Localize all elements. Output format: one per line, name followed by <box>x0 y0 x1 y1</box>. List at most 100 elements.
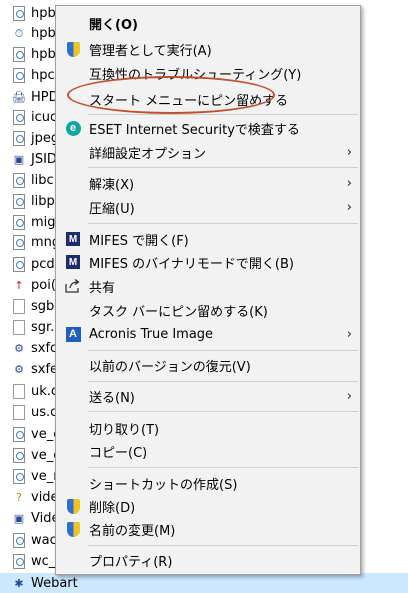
document-icon <box>11 193 27 209</box>
file-name: pcd <box>31 256 55 272</box>
blank-file-icon <box>11 404 27 420</box>
file-name: wac <box>31 532 57 548</box>
file-name: hpb <box>31 5 56 21</box>
file-name: sgb <box>31 298 55 314</box>
submenu-arrow-icon: › <box>346 144 352 160</box>
menu-item-create-shortcut[interactable]: ショートカットの作成(S) <box>56 472 360 494</box>
app-icon: ▣ <box>13 511 25 525</box>
file-name: poi( <box>31 277 56 293</box>
menu-item-acronis[interactable]: A Acronis True Image › <box>56 323 360 345</box>
gear-icon: ⚙ <box>14 362 24 376</box>
file-row[interactable]: ✱ Webart <box>0 573 408 593</box>
submenu-arrow-icon: › <box>346 175 352 191</box>
menu-item-eset-advanced[interactable]: 詳細設定オプション › <box>56 141 360 163</box>
file-name: libp <box>31 193 55 209</box>
acronis-icon: A <box>65 326 81 342</box>
submenu-arrow-icon: › <box>346 199 352 215</box>
menu-item-cut[interactable]: 切り取り(T) <box>56 417 360 439</box>
share-icon <box>65 278 81 294</box>
menu-item-share[interactable]: 共有 <box>56 275 360 297</box>
menu-separator <box>88 411 358 412</box>
document-icon <box>11 532 27 548</box>
menu-item-mifes-open[interactable]: M MIFES で開く(F) <box>56 228 360 250</box>
file-name: icuc <box>31 109 58 125</box>
menu-separator <box>88 223 358 224</box>
file-name: JSID <box>31 151 57 167</box>
menu-item-delete[interactable]: 削除(D) <box>56 495 360 517</box>
uac-shield-icon <box>65 41 81 57</box>
document-icon <box>11 234 27 250</box>
printer-icon: 🖨 <box>12 90 26 104</box>
file-name: hpc <box>31 67 55 83</box>
webart-icon: ✱ <box>14 576 24 590</box>
document-icon <box>11 46 27 62</box>
file-name: sxfc <box>31 340 58 356</box>
file-name: mig <box>31 214 56 230</box>
menu-item-open[interactable]: 開く(O) <box>56 12 360 34</box>
menu-label: コピー(C) <box>89 445 148 461</box>
menu-label: 解凍(X) <box>89 177 135 193</box>
mifes-icon: M <box>65 254 81 270</box>
file-name: hpb <box>31 25 56 41</box>
menu-item-restore-previous-versions[interactable]: 以前のバージョンの復元(V) <box>56 354 360 376</box>
app-icon: ▣ <box>13 152 25 166</box>
menu-item-properties[interactable]: プロパティ(R) <box>56 549 360 571</box>
document-icon <box>11 468 27 484</box>
menu-label: 名前の変更(M) <box>89 523 176 539</box>
menu-item-send-to[interactable]: 送る(N) › <box>56 385 360 407</box>
menu-label: 開く(O) <box>89 17 138 33</box>
document-icon <box>11 109 27 125</box>
menu-label: 削除(D) <box>89 500 136 516</box>
blank-file-icon <box>11 298 27 314</box>
menu-separator <box>88 167 358 168</box>
menu-separator <box>88 467 358 468</box>
menu-label: 以前のバージョンの復元(V) <box>89 359 251 375</box>
gear-icon: ⚙ <box>14 341 24 355</box>
menu-label: MIFES で開く(F) <box>89 233 189 249</box>
menu-separator <box>88 350 358 351</box>
menu-label: 詳細設定オプション <box>89 146 207 162</box>
document-icon <box>11 553 27 569</box>
document-icon <box>11 214 27 230</box>
file-name: hpb <box>31 46 56 62</box>
file-name: uk.c <box>31 383 59 399</box>
file-name: wc_ <box>31 553 56 569</box>
menu-label: Acronis True Image <box>89 326 214 342</box>
menu-item-pin-to-taskbar[interactable]: タスク バーにピン留めする(K) <box>56 299 360 321</box>
file-name: libc <box>31 172 54 188</box>
menu-item-run-as-admin[interactable]: 管理者として実行(A) <box>56 38 360 60</box>
menu-label: ショートカットの作成(S) <box>89 477 238 493</box>
arrow-icon: ↑ <box>14 278 24 292</box>
menu-item-mifes-binary[interactable]: M MIFES のバイナリモードで開く(B) <box>56 251 360 273</box>
menu-separator <box>88 114 358 115</box>
document-icon <box>11 426 27 442</box>
uac-shield-icon <box>65 498 81 514</box>
help-icon: ? <box>16 490 22 504</box>
eset-icon: e <box>65 120 81 136</box>
mifes-icon: M <box>65 231 81 247</box>
menu-item-extract[interactable]: 解凍(X) › <box>56 172 360 194</box>
submenu-arrow-icon: › <box>346 326 352 342</box>
blank-file-icon <box>11 319 27 335</box>
menu-label: 送る(N) <box>89 390 135 406</box>
menu-label: MIFES のバイナリモードで開く(B) <box>89 256 294 272</box>
menu-item-eset-scan[interactable]: e ESET Internet Securityで検査する <box>56 117 360 139</box>
file-name: sxfe <box>31 361 59 377</box>
highlight-circle-annotation <box>67 76 275 114</box>
menu-label: 共有 <box>89 280 116 296</box>
uac-shield-icon <box>65 521 81 537</box>
file-name: sgr. <box>31 319 55 335</box>
menu-item-copy[interactable]: コピー(C) <box>56 440 360 462</box>
menu-label: プロパティ(R) <box>89 554 173 570</box>
menu-label: 切り取り(T) <box>89 422 160 438</box>
menu-separator <box>88 381 358 382</box>
document-icon <box>11 447 27 463</box>
document-icon <box>11 130 27 146</box>
submenu-arrow-icon: › <box>346 388 352 404</box>
menu-label: 圧縮(U) <box>89 201 135 217</box>
document-icon <box>11 5 27 21</box>
file-name: Webart <box>31 575 78 591</box>
clock-icon: ⏱ <box>14 26 24 40</box>
menu-item-compress[interactable]: 圧縮(U) › <box>56 196 360 218</box>
menu-item-rename[interactable]: 名前の変更(M) <box>56 518 360 540</box>
